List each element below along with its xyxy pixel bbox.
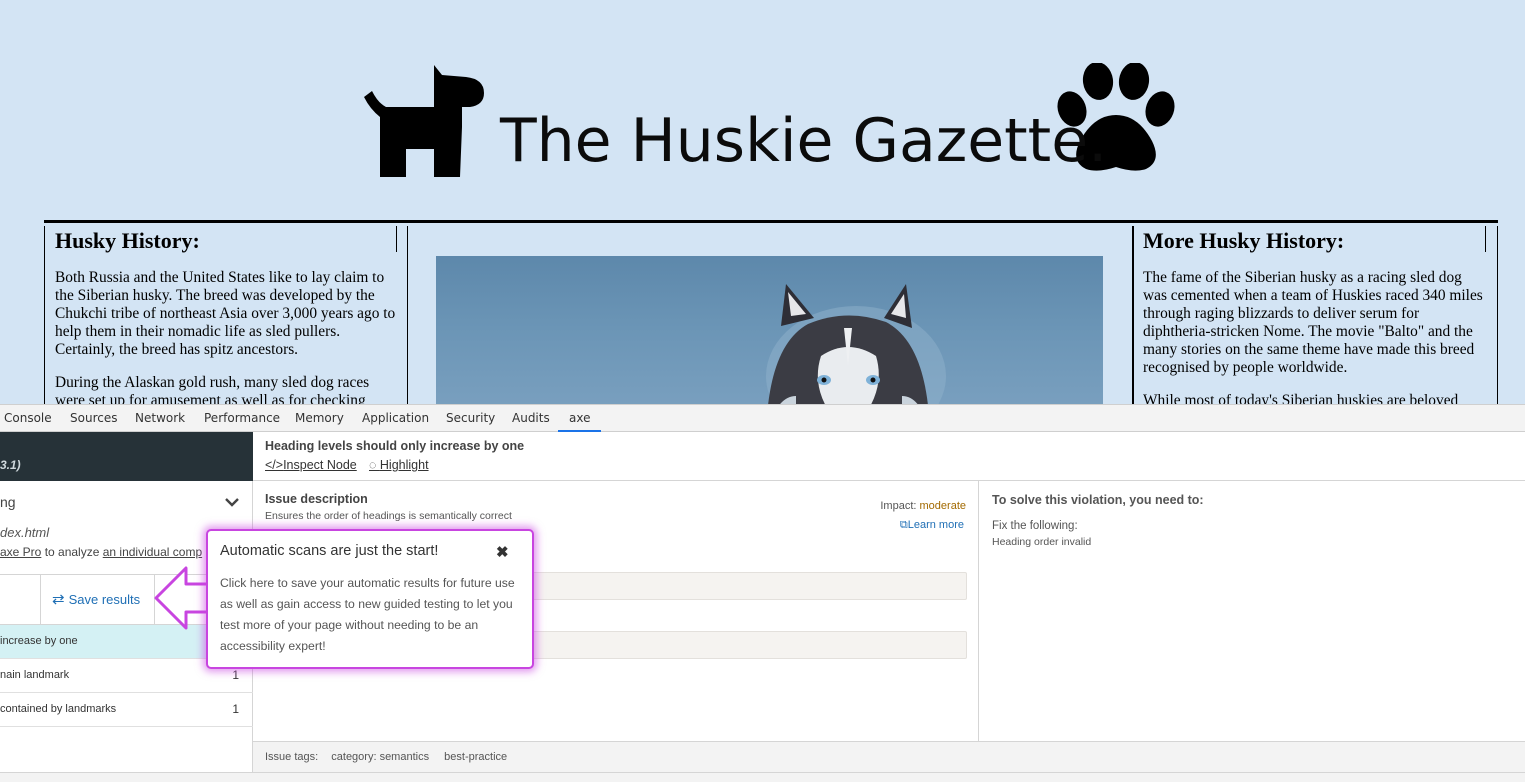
web-page-viewport: The Huskie Gazette. Husky History: Both … <box>0 0 1525 404</box>
axe-version: 3.1) <box>0 458 21 472</box>
issue-description-title: Issue description <box>265 492 368 506</box>
left-column-heading: Husky History: <box>55 228 200 253</box>
impact-value: moderate <box>919 500 966 512</box>
fix-item: Heading order invalid <box>992 536 1092 548</box>
code-icon: </> <box>265 458 284 472</box>
dog-icon <box>364 65 484 177</box>
save-results-button[interactable]: ⇄ Save results <box>41 575 155 624</box>
issue-label: nain landmark <box>0 669 70 681</box>
scanned-file-name: dex.html <box>0 525 50 540</box>
right-paragraph-2: While most of today's Siberian huskies a… <box>1143 392 1459 404</box>
site-title: The Huskie Gazette. <box>500 106 1108 176</box>
swap-arrows-icon: ⇄ <box>52 591 65 608</box>
tab-performance[interactable]: Performance <box>204 405 280 432</box>
heading-divider <box>1485 226 1486 252</box>
popover-arrow-icon <box>154 566 212 630</box>
center-column <box>407 226 1134 404</box>
tab-console[interactable]: Console <box>4 405 52 432</box>
impact-label: Impact: <box>880 500 917 512</box>
husky-photo <box>436 256 1103 404</box>
left-column: Husky History: Both Russia and the Unite… <box>44 226 408 404</box>
issue-count: 1 <box>232 702 239 716</box>
fix-heading: Fix the following: <box>992 520 1078 532</box>
tab-application[interactable]: Application <box>362 405 429 432</box>
rule-title: Heading levels should only increase by o… <box>265 439 525 453</box>
close-icon[interactable]: ✖ <box>496 543 509 561</box>
popover-body: Click here to save your automatic result… <box>220 576 515 653</box>
tab-network[interactable]: Network <box>135 405 185 432</box>
right-column-heading: More Husky History: <box>1143 228 1345 253</box>
issue-tags-label: Issue tags: <box>265 751 319 763</box>
external-link-icon: ⧉ <box>899 519 908 531</box>
right-paragraph-1: The fame of the Siberian husky as a raci… <box>1143 269 1483 376</box>
tab-audits[interactable]: Audits <box>512 405 550 432</box>
left-paragraph-2: During the Alaskan gold rush, many sled … <box>55 374 370 404</box>
tab-security[interactable]: Security <box>446 405 495 432</box>
axe-pro-promo: axe Pro to analyze an individual comp <box>0 545 202 559</box>
left-paragraph-1: Both Russia and the United States like t… <box>55 269 396 358</box>
chevron-down-icon[interactable] <box>224 496 240 508</box>
scan-scope-select[interactable]: ng <box>0 494 16 510</box>
devtools-drawer-strip <box>0 772 1525 782</box>
save-results-label: Save results <box>68 592 141 607</box>
inspect-node-label: Inspect Node <box>283 458 357 472</box>
axe-sidebar-header: 3.1) <box>0 432 253 481</box>
husky-illustration <box>766 284 946 404</box>
issue-label: contained by landmarks <box>0 703 117 715</box>
component-link[interactable]: an individual comp <box>103 545 202 559</box>
impact-indicator: Impact: moderate <box>880 500 966 512</box>
save-results-popover: Automatic scans are just the start! ✖ Cl… <box>206 529 534 669</box>
solution-pane: To solve this violation, you need to: Fi… <box>979 481 1525 741</box>
tab-axe[interactable]: axe <box>558 405 602 432</box>
issue-tag: best-practice <box>444 751 508 763</box>
right-column: More Husky History: The fame of the Sibe… <box>1132 226 1498 404</box>
issue-tag: category: semantics <box>331 751 430 763</box>
learn-more-link[interactable]: ⧉Learn more <box>900 519 964 532</box>
heading-divider <box>396 226 397 252</box>
tab-sources[interactable]: Sources <box>70 405 117 432</box>
highlight-icon: ◌ <box>369 458 380 472</box>
issue-list-item[interactable]: contained by landmarks 1 <box>0 693 253 727</box>
tab-memory[interactable]: Memory <box>295 405 344 432</box>
rescan-button[interactable] <box>0 575 41 624</box>
axe-pro-text: to analyze <box>41 545 103 559</box>
learn-more-label: Learn more <box>907 519 964 531</box>
article-grid: Husky History: Both Russia and the Unite… <box>44 220 1498 404</box>
solution-title: To solve this violation, you need to: <box>992 493 1204 507</box>
axe-pro-link[interactable]: axe Pro <box>0 545 41 559</box>
issue-label: increase by one <box>0 635 78 647</box>
popover-title: Automatic scans are just the start! <box>220 543 439 559</box>
issue-description: Ensures the order of headings is semanti… <box>265 510 512 522</box>
inspect-node-link[interactable]: </>Inspect Node <box>265 458 357 472</box>
devtools-tab-bar: Console Sources Network Performance Memo… <box>0 405 1525 432</box>
highlight-link[interactable]: ◌ Highlight <box>369 458 429 472</box>
issue-tags-bar: Issue tags: category: semantics best-pra… <box>253 741 1525 772</box>
highlight-label: Highlight <box>379 458 429 472</box>
rule-detail-header: Heading levels should only increase by o… <box>253 432 1525 481</box>
